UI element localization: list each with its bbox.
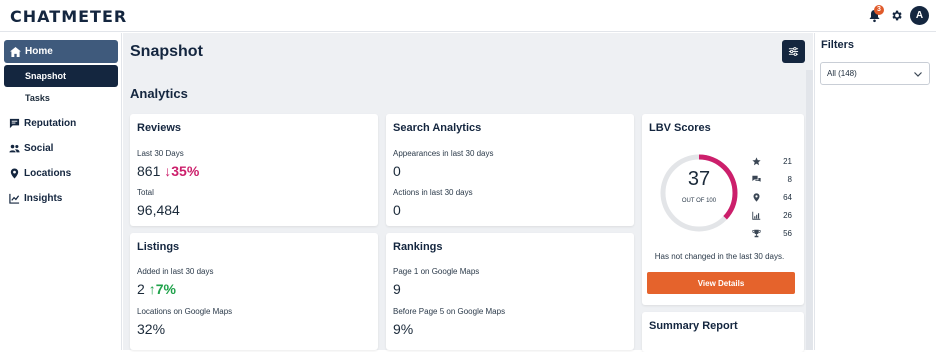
sidebar-item-label: Social	[24, 143, 54, 154]
sidebar-item-label: Locations	[24, 168, 72, 179]
filters-panel: Filters All (148)	[814, 33, 936, 350]
pin-icon	[10, 168, 19, 179]
lbv-stat-rankings: 56	[752, 224, 792, 242]
people-icon	[9, 144, 20, 153]
sidebar-item-home[interactable]: Home	[4, 40, 118, 63]
notification-bell-icon[interactable]: 3	[866, 4, 884, 25]
appearances-value: 0	[393, 163, 401, 179]
listings-added-count: 2	[137, 281, 145, 297]
sidebar-item-locations[interactable]: Locations	[9, 168, 71, 179]
lbv-stat-value: 64	[783, 192, 792, 202]
listings-trend-up: ↑7%	[148, 281, 176, 297]
chat-icon	[9, 118, 20, 129]
sidebar-item-label: Insights	[24, 193, 63, 204]
filters-title: Filters	[821, 39, 855, 51]
home-icon	[10, 46, 21, 57]
lbv-stat-list: 21 8 64 26 56	[752, 152, 792, 242]
reviews-trend-down: ↓35%	[164, 163, 200, 179]
top-bar: CHATMETER 3 A	[0, 0, 936, 32]
lbv-scores-card: LBV Scores 37 OUT OF 100 21 8 64 26 56 H…	[642, 114, 804, 305]
notification-count-badge: 3	[874, 4, 884, 15]
location-filter-value: All (148)	[827, 69, 857, 78]
reviews-last30-count: 861	[137, 163, 161, 179]
listings-title: Listings	[137, 241, 180, 253]
lbv-score-gauge	[660, 154, 738, 232]
lbv-change-note: Has not changed in the last 30 days.	[654, 252, 785, 261]
summary-report-title: Summary Report	[649, 320, 738, 332]
chatmeter-logo[interactable]: CHATMETER	[10, 7, 127, 26]
chevron-down-icon	[914, 72, 922, 77]
reviews-title: Reviews	[137, 122, 182, 134]
reviews-total-label: Total	[137, 188, 154, 197]
star-icon	[752, 156, 761, 165]
chart-icon	[752, 211, 761, 220]
sidebar-item-tasks[interactable]: Tasks	[25, 93, 50, 103]
listings-added-label: Added in last 30 days	[137, 267, 214, 276]
actions-value: 0	[393, 202, 401, 218]
google-maps-locations-label: Locations on Google Maps	[137, 307, 233, 316]
page1-value: 9	[393, 281, 401, 297]
lbv-score-out-of: OUT OF 100	[681, 198, 717, 204]
page-title: Snapshot	[130, 43, 203, 60]
lbv-stat-locations: 64	[752, 188, 792, 206]
reviews-total-value: 96,484	[137, 202, 180, 218]
top-icons: 3 A	[866, 4, 929, 25]
lbv-score-value: 37	[687, 168, 711, 190]
page1-label: Page 1 on Google Maps	[393, 267, 480, 276]
listings-card[interactable]: Listings Added in last 30 days 2 ↑7% Loc…	[130, 233, 378, 350]
location-filter-select[interactable]: All (148)	[820, 62, 930, 85]
sidebar-item-home-label: Home	[25, 46, 53, 57]
search-analytics-card[interactable]: Search Analytics Appearances in last 30 …	[386, 114, 634, 226]
sidebar-item-reputation[interactable]: Reputation	[9, 118, 76, 129]
user-avatar[interactable]: A	[910, 6, 929, 25]
sliders-icon	[788, 47, 799, 56]
reviews-last30-value: 861 ↓35%	[137, 163, 199, 179]
rankings-title: Rankings	[393, 241, 443, 253]
reviews-last30-label: Last 30 Days	[137, 149, 184, 158]
before-page5-value: 9%	[393, 321, 414, 337]
lbv-stat-reviews: 21	[752, 152, 792, 170]
main-scrollbar[interactable]	[806, 70, 813, 350]
trophy-icon	[752, 229, 761, 237]
lbv-stat-value: 21	[783, 156, 792, 166]
insights-icon	[9, 193, 20, 204]
view-details-button[interactable]: View Details	[647, 272, 795, 294]
sidebar-item-insights[interactable]: Insights	[9, 193, 62, 204]
lbv-stat-value: 56	[783, 228, 792, 238]
sidebar-item-social[interactable]: Social	[9, 143, 53, 154]
rankings-card[interactable]: Rankings Page 1 on Google Maps 9 Before …	[386, 233, 634, 350]
lbv-scores-title: LBV Scores	[649, 122, 711, 134]
gear-icon[interactable]	[888, 7, 904, 25]
listings-added-value: 2 ↑7%	[137, 281, 176, 297]
filter-settings-button[interactable]	[782, 40, 805, 63]
sidebar-item-label: Reputation	[24, 118, 77, 129]
chat-bubbles-icon	[752, 175, 761, 182]
lbv-stat-value: 26	[783, 210, 792, 220]
lbv-stat-analytics: 26	[752, 206, 792, 224]
sidebar-item-snapshot[interactable]: Snapshot	[4, 65, 118, 87]
appearances-label: Appearances in last 30 days	[393, 149, 494, 158]
search-analytics-title: Search Analytics	[393, 122, 482, 134]
before-page5-label: Before Page 5 on Google Maps	[393, 307, 506, 316]
lbv-stat-social: 8	[752, 170, 792, 188]
sidebar: Home Snapshot Tasks Reputation Social Lo…	[0, 33, 122, 350]
pin-icon	[753, 192, 760, 202]
google-maps-locations-value: 32%	[137, 321, 166, 337]
reviews-card[interactable]: Reviews Last 30 Days 861 ↓35% Total 96,4…	[130, 114, 378, 226]
actions-label: Actions in last 30 days	[393, 188, 473, 197]
analytics-heading: Analytics	[130, 86, 188, 101]
summary-report-card: Summary Report	[642, 312, 804, 352]
lbv-stat-value: 8	[787, 174, 792, 184]
